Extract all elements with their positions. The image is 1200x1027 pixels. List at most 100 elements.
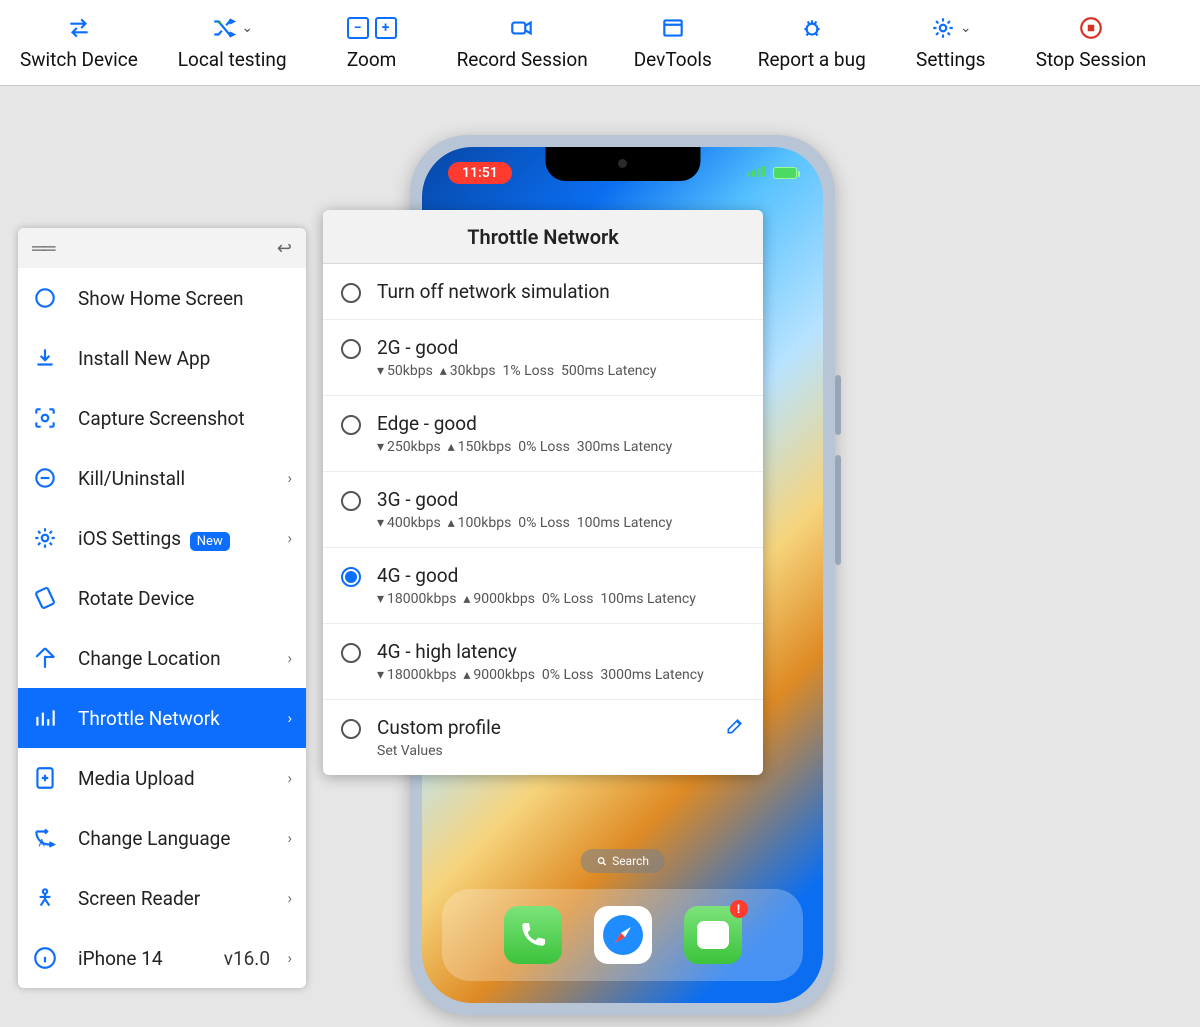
sidebar-item-kill-uninstall[interactable]: Kill/Uninstall › xyxy=(18,448,306,508)
devtools-label: DevTools xyxy=(634,48,712,71)
throttle-option-details: 18000kbps 9000kbps 0% Loss 100ms Latency xyxy=(377,591,745,607)
radio-button[interactable] xyxy=(341,719,361,739)
chat-bubble-icon xyxy=(697,921,729,949)
throttle-option-title: Edge - good xyxy=(377,412,745,435)
throttle-option-title: 4G - good xyxy=(377,564,745,587)
throttle-option-title: 3G - good xyxy=(377,488,745,511)
chevron-right-icon: › xyxy=(287,829,292,847)
swap-icon xyxy=(66,15,92,41)
device-name: iPhone 14 xyxy=(78,947,163,970)
sidebar-icon xyxy=(32,345,58,371)
sidebar-item-label: Throttle Network xyxy=(78,707,292,730)
video-icon xyxy=(509,15,535,41)
throttle-option[interactable]: Turn off network simulation xyxy=(323,264,763,320)
spotlight-search[interactable]: Search xyxy=(580,849,665,873)
sidebar-panel: ══ ↩ Show Home Screen Install New App Ca… xyxy=(18,228,306,988)
sidebar-item-ios-settings[interactable]: iOS Settings New › xyxy=(18,508,306,568)
chevron-right-icon: › xyxy=(287,889,292,907)
sidebar-item-label: Show Home Screen xyxy=(78,287,292,310)
phone-handset-icon xyxy=(517,919,549,951)
devtools-button[interactable]: DevTools xyxy=(628,14,718,71)
radio-button[interactable] xyxy=(341,567,361,587)
status-bar: 11:51 xyxy=(422,157,823,189)
search-icon xyxy=(596,856,607,867)
drag-handle-icon[interactable]: ══ xyxy=(32,238,54,259)
record-session-label: Record Session xyxy=(457,48,588,71)
sidebar-icon xyxy=(32,705,58,731)
sidebar-item-screen-reader[interactable]: Screen Reader › xyxy=(18,868,306,928)
sidebar-item-install-new-app[interactable]: Install New App xyxy=(18,328,306,388)
zoom-in-button[interactable]: + xyxy=(375,17,397,39)
sidebar-item-label: Kill/Uninstall xyxy=(78,467,292,490)
safari-app-icon[interactable] xyxy=(594,906,652,964)
sidebar-icon xyxy=(32,525,58,551)
bug-icon xyxy=(799,15,825,41)
search-label: Search xyxy=(612,854,649,868)
sidebar-item-change-language[interactable]: A Change Language › xyxy=(18,808,306,868)
sidebar-item-label: Change Location xyxy=(78,647,292,670)
zoom-out-button[interactable]: − xyxy=(347,17,369,39)
sidebar-item-show-home-screen[interactable]: Show Home Screen xyxy=(18,268,306,328)
panel-title: Throttle Network xyxy=(323,210,763,264)
report-bug-button[interactable]: Report a bug xyxy=(758,14,866,71)
top-toolbar: Switch Device ⌄ Local testing − + Zoom R… xyxy=(0,0,1200,86)
radio-button[interactable] xyxy=(341,283,361,303)
switch-device-button[interactable]: Switch Device xyxy=(20,14,138,71)
sidebar-item-rotate-device[interactable]: Rotate Device xyxy=(18,568,306,628)
throttle-option-details: 250kbps 150kbps 0% Loss 300ms Latency xyxy=(377,439,745,455)
throttle-option[interactable]: 2G - good50kbps 30kbps 1% Loss 500ms Lat… xyxy=(323,320,763,396)
notification-badge: ! xyxy=(730,900,748,918)
stop-session-button[interactable]: Stop Session xyxy=(1036,14,1146,71)
sidebar-item-capture-screenshot[interactable]: Capture Screenshot xyxy=(18,388,306,448)
sidebar-item-label: iOS Settings New xyxy=(78,527,292,550)
sidebar-icon xyxy=(32,645,58,671)
phone-app-icon[interactable] xyxy=(504,906,562,964)
throttle-option[interactable]: Custom profileSet Values xyxy=(323,700,763,775)
battery-icon xyxy=(773,167,797,179)
zoom-control[interactable]: − + Zoom xyxy=(327,14,417,71)
throttle-option[interactable]: 4G - high latency18000kbps 9000kbps 0% L… xyxy=(323,624,763,700)
window-icon xyxy=(660,15,686,41)
edit-icon[interactable] xyxy=(725,716,745,736)
throttle-option-title: Turn off network simulation xyxy=(377,280,745,303)
throttle-option-details: 18000kbps 9000kbps 0% Loss 3000ms Latenc… xyxy=(377,667,745,683)
status-battery xyxy=(747,166,797,180)
settings-button[interactable]: ⌄ Settings xyxy=(906,14,996,71)
sidebar-icon xyxy=(32,585,58,611)
sidebar-item-media-upload[interactable]: Media Upload › xyxy=(18,748,306,808)
side-button xyxy=(835,455,841,565)
throttle-option[interactable]: Edge - good 250kbps 150kbps 0% Loss 300ms… xyxy=(323,396,763,472)
throttle-option[interactable]: 3G - good 400kbps 100kbps 0% Loss 100ms L… xyxy=(323,472,763,548)
report-bug-label: Report a bug xyxy=(758,48,866,71)
chevron-down-icon: ⌄ xyxy=(960,20,972,36)
zoom-label: Zoom xyxy=(347,48,397,71)
sidebar-header: ══ ↩ xyxy=(18,228,306,268)
radio-button[interactable] xyxy=(341,415,361,435)
dock: ! xyxy=(442,889,803,981)
messages-app-icon[interactable]: ! xyxy=(684,906,742,964)
throttle-option-details: 50kbps 30kbps 1% Loss 500ms Latency xyxy=(377,363,745,379)
radio-button[interactable] xyxy=(341,339,361,359)
status-time: 11:51 xyxy=(448,162,512,184)
chevron-right-icon: › xyxy=(287,469,292,487)
stop-icon xyxy=(1078,15,1104,41)
sidebar-item-label: Install New App xyxy=(78,347,292,370)
radio-button[interactable] xyxy=(341,491,361,511)
local-testing-button[interactable]: ⌄ Local testing xyxy=(178,14,287,71)
chevron-right-icon: › xyxy=(287,709,292,727)
settings-label: Settings xyxy=(916,48,985,71)
chevron-right-icon: › xyxy=(287,529,292,547)
info-icon xyxy=(32,945,58,971)
throttle-option-sub: Set Values xyxy=(377,743,709,759)
device-info-row[interactable]: iPhone 14 v16.0 › xyxy=(18,928,306,988)
sidebar-item-change-location[interactable]: Change Location › xyxy=(18,628,306,688)
sidebar-icon xyxy=(32,465,58,491)
stop-session-label: Stop Session xyxy=(1036,48,1146,71)
radio-button[interactable] xyxy=(341,643,361,663)
record-session-button[interactable]: Record Session xyxy=(457,14,588,71)
throttle-option[interactable]: 4G - good 18000kbps 9000kbps 0% Loss 100m… xyxy=(323,548,763,624)
throttle-option-details: 400kbps 100kbps 0% Loss 100ms Latency xyxy=(377,515,745,531)
sidebar-item-throttle-network[interactable]: Throttle Network › xyxy=(18,688,306,748)
chevron-down-icon: ⌄ xyxy=(241,20,253,36)
collapse-icon[interactable]: ↩ xyxy=(277,238,292,259)
